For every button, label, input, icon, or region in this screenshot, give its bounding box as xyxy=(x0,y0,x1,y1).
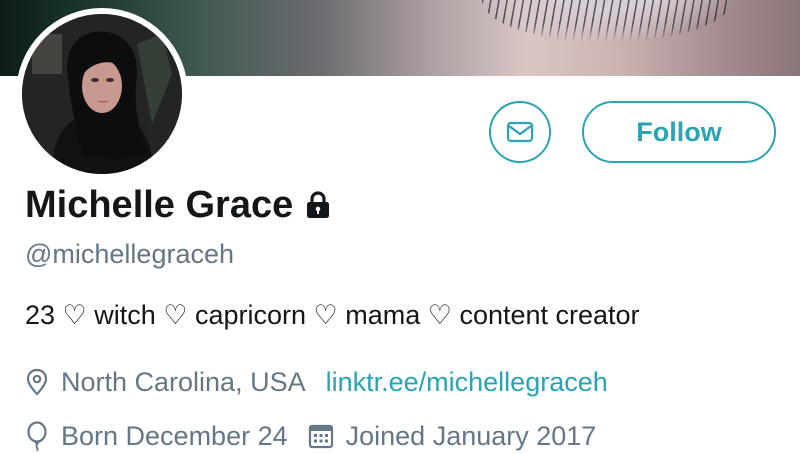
dates-row: Born December 24 Joined January 2017 xyxy=(25,418,596,454)
bio-text: 23 ♡ witch ♡ capricorn ♡ mama ♡ content … xyxy=(25,300,640,330)
joined-text: Joined January 2017 xyxy=(345,420,597,451)
envelope-icon xyxy=(506,121,534,143)
avatar-photo xyxy=(22,14,182,174)
website-link[interactable]: linktr.ee/michellegraceh xyxy=(326,367,608,398)
balloon-icon xyxy=(25,421,49,451)
birthday-text: Born December 24 xyxy=(61,420,288,451)
banner-eyelashes xyxy=(482,0,732,42)
location-pin-icon xyxy=(25,368,49,396)
message-button[interactable] xyxy=(489,101,551,163)
calendar-icon xyxy=(308,423,334,449)
name-row: Michelle Grace xyxy=(25,182,332,228)
avatar[interactable] xyxy=(16,8,188,180)
lock-icon xyxy=(304,190,332,220)
display-name: Michelle Grace xyxy=(25,183,294,226)
location-row: North Carolina, USA linktr.ee/michellegr… xyxy=(25,364,608,400)
avatar-portrait xyxy=(22,14,182,174)
follow-button[interactable]: Follow xyxy=(582,101,776,163)
location-text: North Carolina, USA xyxy=(61,366,306,397)
username-handle: @michellegraceh xyxy=(25,239,234,269)
